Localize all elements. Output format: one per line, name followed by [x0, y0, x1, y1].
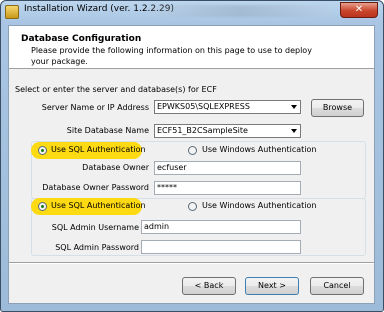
page-title: Database Configuration — [21, 34, 142, 44]
server-value: EPWKS05\SQLEXPRESS — [157, 102, 250, 111]
site-db-label: Site Database Name — [66, 126, 149, 135]
installer-window: Installation Wizard (ver. 1.2.2.29) ✕ Da… — [0, 0, 384, 312]
app-icon — [5, 5, 19, 19]
back-button[interactable]: < Back — [182, 277, 236, 295]
server-combo[interactable]: EPWKS05\SQLEXPRESS — [154, 100, 301, 114]
background-taskbar-blur — [151, 5, 331, 17]
next-button[interactable]: Next > — [245, 277, 299, 295]
page-subtitle: Please provide the following information… — [31, 46, 312, 66]
db-owner-password-field[interactable]: ***** — [154, 181, 301, 195]
site-db-combo[interactable]: ECF51_B2CSampleSite — [154, 124, 301, 138]
admin-username-label: SQL Admin Username — [51, 223, 139, 232]
admin-password-field[interactable] — [141, 240, 301, 254]
footer-divider-highlight — [9, 263, 374, 264]
title-bar[interactable]: Installation Wizard (ver. 1.2.2.29) ✕ — [1, 1, 383, 25]
sql-auth-radio-2[interactable] — [38, 202, 47, 211]
sql-auth-label-1[interactable]: Use SQL Authentication — [51, 145, 146, 154]
intro-text: Select or enter the server and database(… — [15, 85, 217, 94]
site-db-value: ECF51_B2CSampleSite — [157, 126, 248, 135]
windows-auth-radio-2[interactable] — [188, 202, 197, 211]
windows-auth-label-2[interactable]: Use Windows Authentication — [202, 201, 316, 210]
server-label: Server Name or IP Address — [41, 103, 149, 112]
cancel-button[interactable]: Cancel — [310, 277, 364, 295]
db-owner-field[interactable]: ecfuser — [154, 161, 301, 175]
db-owner-password-label: Database Owner Password — [42, 183, 149, 192]
close-button[interactable]: ✕ — [340, 2, 378, 18]
sql-auth-label-2[interactable]: Use SQL Authentication — [51, 201, 146, 210]
browse-button[interactable]: Browse — [311, 99, 364, 117]
sql-auth-radio-1[interactable] — [38, 146, 47, 155]
page-header: Database Configuration Please provide th… — [9, 26, 374, 69]
chevron-down-icon[interactable] — [291, 129, 297, 133]
db-owner-label: Database Owner — [82, 163, 149, 172]
windows-auth-label-1[interactable]: Use Windows Authentication — [202, 145, 316, 154]
admin-password-label: SQL Admin Password — [55, 243, 139, 252]
chevron-down-icon[interactable] — [291, 105, 297, 109]
windows-auth-radio-1[interactable] — [188, 146, 197, 155]
admin-username-field[interactable]: admin — [141, 220, 301, 234]
wizard-page: Database Configuration Please provide th… — [8, 25, 375, 304]
